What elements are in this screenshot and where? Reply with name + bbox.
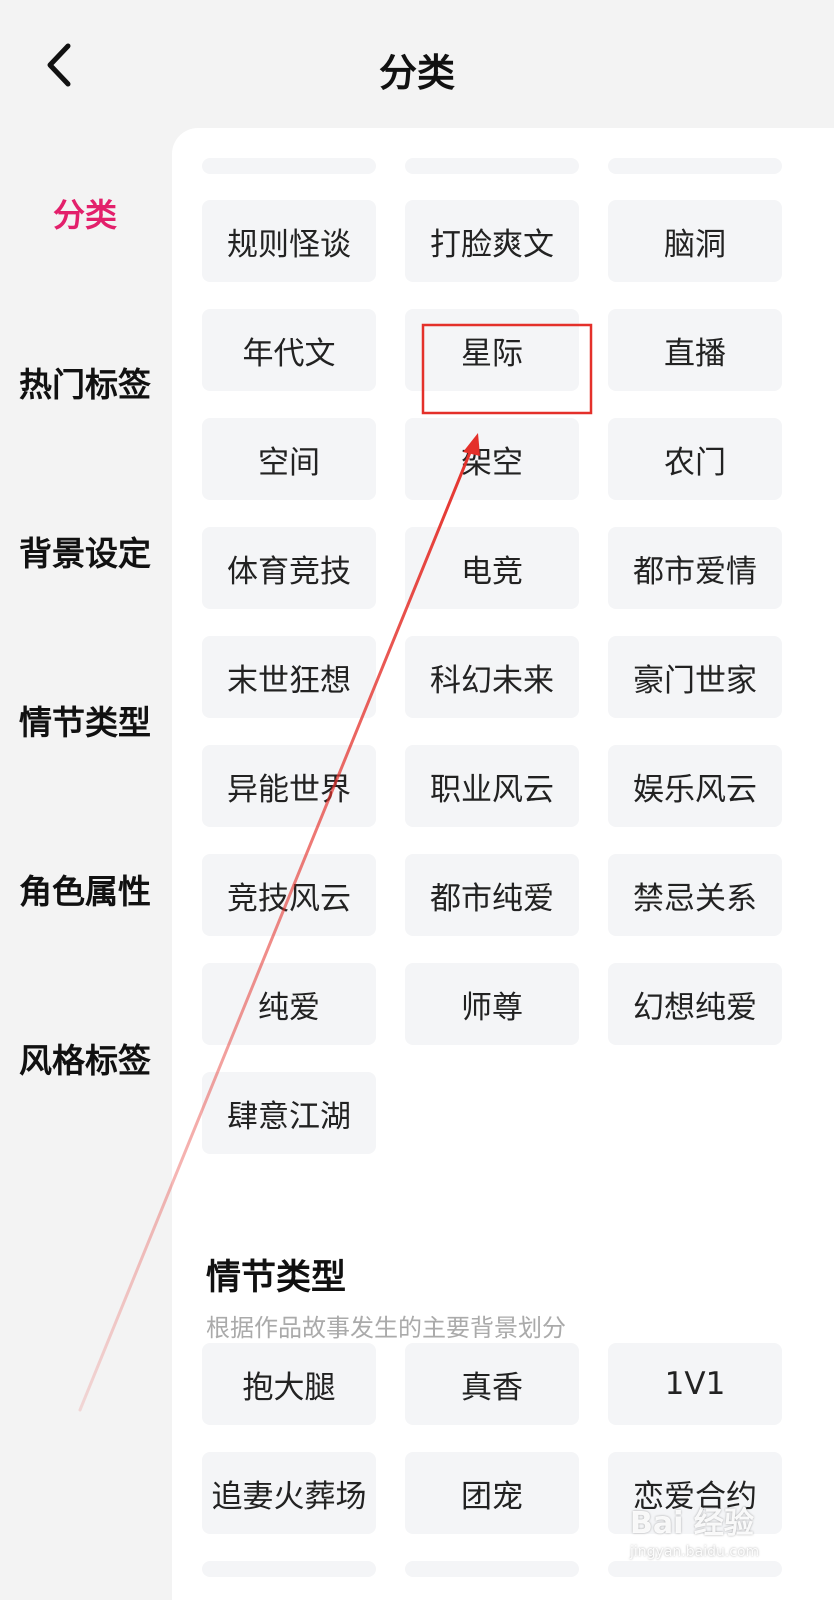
tag-item[interactable]: 电竞 — [405, 527, 579, 609]
tag-item[interactable]: 幻想纯爱 — [608, 963, 782, 1045]
sidebar-item-hot-tags[interactable]: 热门标签 — [0, 358, 170, 406]
tag-partial[interactable] — [405, 1561, 579, 1577]
tag-item[interactable]: 都市爱情 — [608, 527, 782, 609]
content-panel[interactable]: 规则怪谈 打脸爽文 脑洞 年代文 星际 直播 空间 架空 农门 体育竞技 电竞 … — [172, 128, 834, 1600]
tag-item[interactable]: 年代文 — [202, 309, 376, 391]
watermark-logo: Bai 经验 — [630, 1506, 754, 1541]
header-bar: 分类 — [0, 0, 834, 130]
tag-item[interactable]: 脑洞 — [608, 200, 782, 282]
tag-partial[interactable] — [608, 158, 782, 174]
tag-item[interactable]: 团宠 — [405, 1452, 579, 1534]
tag-partial[interactable] — [202, 158, 376, 174]
sidebar-item-character[interactable]: 角色属性 — [0, 865, 170, 913]
section-title-plot-type: 情节类型 — [206, 1258, 347, 1298]
tag-item[interactable]: 打脸爽文 — [405, 200, 579, 282]
page-title: 分类 — [378, 51, 455, 95]
tag-item[interactable]: 娱乐风云 — [608, 745, 782, 827]
tag-item[interactable]: 职业风云 — [405, 745, 579, 827]
tag-item-highlighted[interactable]: 星际 — [405, 309, 579, 391]
sidebar-item-category[interactable]: 分类 — [0, 190, 170, 236]
sidebar-item-style-tags[interactable]: 风格标签 — [0, 1034, 170, 1082]
section-description: 根据作品故事发生的主要背景划分 — [206, 1314, 566, 1342]
sidebar-item-plot-type[interactable]: 情节类型 — [0, 696, 170, 744]
tag-item[interactable]: 空间 — [202, 418, 376, 500]
tag-item[interactable]: 真香 — [405, 1343, 579, 1425]
tag-item[interactable]: 体育竞技 — [202, 527, 376, 609]
watermark: Bai 经验 jingyan.baidu.com — [630, 1498, 759, 1560]
tag-item[interactable]: 肆意江湖 — [202, 1072, 376, 1154]
tag-item[interactable]: 1V1 — [608, 1343, 782, 1425]
tag-item[interactable]: 都市纯爱 — [405, 854, 579, 936]
tag-item[interactable]: 追妻火葬场 — [202, 1452, 376, 1534]
tag-item[interactable]: 科幻未来 — [405, 636, 579, 718]
tag-item[interactable]: 架空 — [405, 418, 579, 500]
tag-item[interactable]: 末世狂想 — [202, 636, 376, 718]
tag-item[interactable]: 竞技风云 — [202, 854, 376, 936]
tag-item[interactable]: 纯爱 — [202, 963, 376, 1045]
tag-item[interactable]: 禁忌关系 — [608, 854, 782, 936]
tag-item[interactable]: 规则怪谈 — [202, 200, 376, 282]
tag-item[interactable]: 直播 — [608, 309, 782, 391]
tag-item[interactable]: 豪门世家 — [608, 636, 782, 718]
tag-partial[interactable] — [608, 1561, 782, 1577]
tag-item[interactable]: 抱大腿 — [202, 1343, 376, 1425]
watermark-url: jingyan.baidu.com — [630, 1544, 760, 1560]
tag-item[interactable]: 异能世界 — [202, 745, 376, 827]
tag-partial[interactable] — [405, 158, 579, 174]
sidebar-item-background[interactable]: 背景设定 — [0, 527, 170, 575]
tag-item[interactable]: 师尊 — [405, 963, 579, 1045]
sidebar: 分类 热门标签 背景设定 情节类型 角色属性 风格标签 — [0, 130, 170, 1600]
tag-partial[interactable] — [202, 1561, 376, 1577]
tag-item[interactable]: 农门 — [608, 418, 782, 500]
